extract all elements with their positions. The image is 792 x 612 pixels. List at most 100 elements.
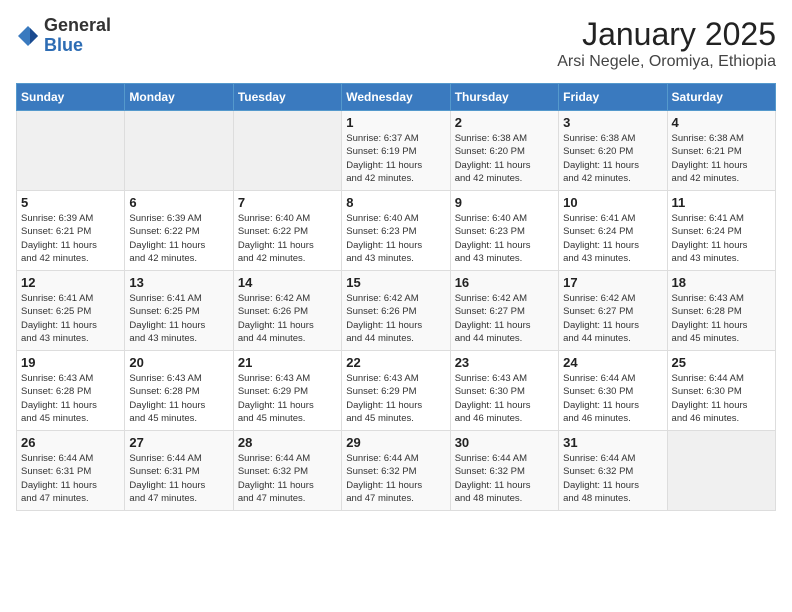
calendar-table: SundayMondayTuesdayWednesdayThursdayFrid… [16,83,776,511]
day-number: 18 [672,275,771,290]
calendar-cell [233,111,341,191]
day-number: 28 [238,435,337,450]
day-info: Sunrise: 6:42 AM Sunset: 6:26 PM Dayligh… [346,292,445,345]
calendar-cell: 20Sunrise: 6:43 AM Sunset: 6:28 PM Dayli… [125,351,233,431]
calendar-cell: 11 Sunrise: 6:41 AM Sunset: 6:24 PM Dayli… [667,191,775,271]
day-number: 20 [129,355,228,370]
month-title: January 2025 [557,16,776,53]
day-info: Sunrise: 6:43 AM Sunset: 6:30 PM Dayligh… [455,372,554,425]
day-number: 9 [455,195,554,210]
calendar-cell: 2Sunrise: 6:38 AM Sunset: 6:20 PM Daylig… [450,111,558,191]
day-number: 31 [563,435,662,450]
logo: General Blue [16,16,111,56]
calendar-cell: 29Sunrise: 6:44 AM Sunset: 6:32 PM Dayli… [342,431,450,511]
day-info: Sunrise: 6:42 AM Sunset: 6:26 PM Dayligh… [238,292,337,345]
calendar-cell: 16 Sunrise: 6:42 AM Sunset: 6:27 PM Dayli… [450,271,558,351]
day-info: Sunrise: 6:43 AM Sunset: 6:28 PM Dayligh… [672,292,771,345]
calendar-cell: 7 Sunrise: 6:40 AM Sunset: 6:22 PM Daylig… [233,191,341,271]
calendar-cell: 23 Sunrise: 6:43 AM Sunset: 6:30 PM Dayli… [450,351,558,431]
calendar-cell: 21 Sunrise: 6:43 AM Sunset: 6:29 PM Dayli… [233,351,341,431]
day-info: Sunrise: 6:40 AM Sunset: 6:22 PM Dayligh… [238,212,337,265]
day-info: Sunrise: 6:44 AM Sunset: 6:30 PM Dayligh… [672,372,771,425]
calendar-header-row: SundayMondayTuesdayWednesdayThursdayFrid… [17,84,776,111]
day-header-thursday: Thursday [450,84,558,111]
calendar-week-row: 1 Sunrise: 6:37 AM Sunset: 6:19 PM Daylig… [17,111,776,191]
day-info: Sunrise: 6:42 AM Sunset: 6:27 PM Dayligh… [455,292,554,345]
calendar-cell: 10 Sunrise: 6:41 AM Sunset: 6:24 PM Dayli… [559,191,667,271]
calendar-cell: 25 Sunrise: 6:44 AM Sunset: 6:30 PM Dayli… [667,351,775,431]
day-number: 12 [21,275,120,290]
day-number: 27 [129,435,228,450]
day-header-wednesday: Wednesday [342,84,450,111]
day-number: 8 [346,195,445,210]
calendar-week-row: 12 Sunrise: 6:41 AM Sunset: 6:25 PM Dayli… [17,271,776,351]
calendar-cell: 28 Sunrise: 6:44 AM Sunset: 6:32 PM Dayli… [233,431,341,511]
day-header-saturday: Saturday [667,84,775,111]
calendar-cell: 14 Sunrise: 6:42 AM Sunset: 6:26 PM Dayli… [233,271,341,351]
day-number: 17 [563,275,662,290]
page-header: General Blue January 2025 Arsi Negele, O… [16,16,776,71]
day-header-friday: Friday [559,84,667,111]
calendar-cell: 1 Sunrise: 6:37 AM Sunset: 6:19 PM Daylig… [342,111,450,191]
day-info: Sunrise: 6:41 AM Sunset: 6:25 PM Dayligh… [129,292,228,345]
day-number: 25 [672,355,771,370]
calendar-week-row: 26Sunrise: 6:44 AM Sunset: 6:31 PM Dayli… [17,431,776,511]
calendar-cell: 19 Sunrise: 6:43 AM Sunset: 6:28 PM Dayli… [17,351,125,431]
day-info: Sunrise: 6:38 AM Sunset: 6:21 PM Dayligh… [672,132,771,185]
calendar-cell: 4 Sunrise: 6:38 AM Sunset: 6:21 PM Daylig… [667,111,775,191]
day-number: 6 [129,195,228,210]
calendar-cell [667,431,775,511]
day-number: 3 [563,115,662,130]
day-info: Sunrise: 6:44 AM Sunset: 6:32 PM Dayligh… [563,452,662,505]
calendar-week-row: 19 Sunrise: 6:43 AM Sunset: 6:28 PM Dayli… [17,351,776,431]
day-info: Sunrise: 6:40 AM Sunset: 6:23 PM Dayligh… [346,212,445,265]
day-info: Sunrise: 6:43 AM Sunset: 6:29 PM Dayligh… [346,372,445,425]
day-number: 15 [346,275,445,290]
day-number: 4 [672,115,771,130]
day-info: Sunrise: 6:37 AM Sunset: 6:19 PM Dayligh… [346,132,445,185]
title-block: January 2025 Arsi Negele, Oromiya, Ethio… [557,16,776,71]
calendar-cell: 3 Sunrise: 6:38 AM Sunset: 6:20 PM Daylig… [559,111,667,191]
calendar-cell: 31 Sunrise: 6:44 AM Sunset: 6:32 PM Dayli… [559,431,667,511]
day-number: 7 [238,195,337,210]
logo-blue-text: Blue [44,35,83,55]
calendar-week-row: 5Sunrise: 6:39 AM Sunset: 6:21 PM Daylig… [17,191,776,271]
day-info: Sunrise: 6:39 AM Sunset: 6:22 PM Dayligh… [129,212,228,265]
day-number: 11 [672,195,771,210]
day-number: 19 [21,355,120,370]
day-number: 16 [455,275,554,290]
calendar-cell: 6 Sunrise: 6:39 AM Sunset: 6:22 PM Daylig… [125,191,233,271]
day-number: 23 [455,355,554,370]
day-number: 21 [238,355,337,370]
day-number: 14 [238,275,337,290]
day-number: 1 [346,115,445,130]
day-header-monday: Monday [125,84,233,111]
logo-icon [16,24,40,48]
day-info: Sunrise: 6:43 AM Sunset: 6:28 PM Dayligh… [21,372,120,425]
day-number: 30 [455,435,554,450]
day-info: Sunrise: 6:38 AM Sunset: 6:20 PM Dayligh… [563,132,662,185]
day-number: 22 [346,355,445,370]
day-info: Sunrise: 6:41 AM Sunset: 6:24 PM Dayligh… [563,212,662,265]
calendar-cell: 17Sunrise: 6:42 AM Sunset: 6:27 PM Dayli… [559,271,667,351]
day-header-tuesday: Tuesday [233,84,341,111]
day-info: Sunrise: 6:41 AM Sunset: 6:24 PM Dayligh… [672,212,771,265]
calendar-cell: 5Sunrise: 6:39 AM Sunset: 6:21 PM Daylig… [17,191,125,271]
day-info: Sunrise: 6:44 AM Sunset: 6:31 PM Dayligh… [129,452,228,505]
day-info: Sunrise: 6:39 AM Sunset: 6:21 PM Dayligh… [21,212,120,265]
day-info: Sunrise: 6:44 AM Sunset: 6:31 PM Dayligh… [21,452,120,505]
day-number: 2 [455,115,554,130]
day-info: Sunrise: 6:44 AM Sunset: 6:32 PM Dayligh… [346,452,445,505]
calendar-cell: 22 Sunrise: 6:43 AM Sunset: 6:29 PM Dayli… [342,351,450,431]
calendar-cell: 24Sunrise: 6:44 AM Sunset: 6:30 PM Dayli… [559,351,667,431]
day-info: Sunrise: 6:43 AM Sunset: 6:29 PM Dayligh… [238,372,337,425]
calendar-cell: 9 Sunrise: 6:40 AM Sunset: 6:23 PM Daylig… [450,191,558,271]
day-number: 10 [563,195,662,210]
calendar-cell: 18 Sunrise: 6:43 AM Sunset: 6:28 PM Dayli… [667,271,775,351]
calendar-cell [17,111,125,191]
day-info: Sunrise: 6:44 AM Sunset: 6:32 PM Dayligh… [238,452,337,505]
day-info: Sunrise: 6:44 AM Sunset: 6:32 PM Dayligh… [455,452,554,505]
day-info: Sunrise: 6:40 AM Sunset: 6:23 PM Dayligh… [455,212,554,265]
calendar-cell: 13Sunrise: 6:41 AM Sunset: 6:25 PM Dayli… [125,271,233,351]
calendar-cell: 26Sunrise: 6:44 AM Sunset: 6:31 PM Dayli… [17,431,125,511]
